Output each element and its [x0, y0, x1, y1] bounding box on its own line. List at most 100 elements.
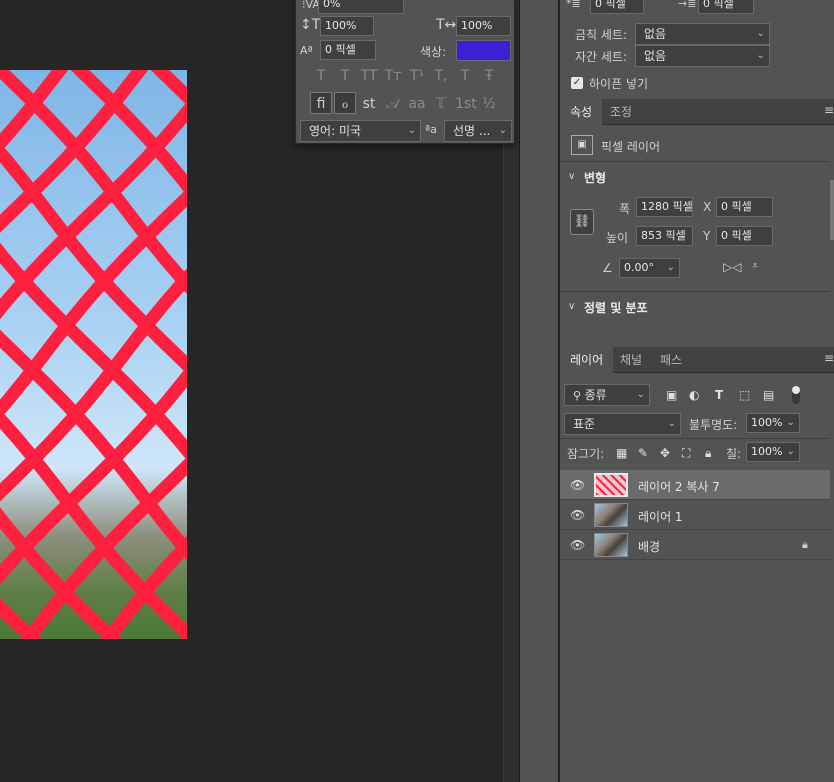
mojikumi-value: 없음	[644, 49, 667, 63]
opacity-field[interactable]: 100% ⌄	[746, 413, 800, 433]
lock-image-icon[interactable]: ✎	[638, 446, 648, 460]
layer-name: 레이어 1	[638, 510, 683, 524]
lock-transparent-icon[interactable]: ▦	[616, 446, 627, 460]
discretionary-ligatures-button[interactable]: st	[358, 92, 380, 114]
hyphenate-checkbox[interactable]: ✓	[571, 77, 583, 89]
indent-right-field[interactable]: 0 픽셀	[698, 0, 754, 14]
mojikumi-label: 자간 세트:	[575, 50, 628, 64]
chevron-down-icon[interactable]: ∨	[568, 299, 575, 315]
document-image[interactable]	[0, 70, 187, 639]
divider	[560, 161, 830, 162]
align-section-title: 정렬 및 분포	[584, 301, 648, 315]
width-field[interactable]: 1280 픽셀	[636, 197, 693, 217]
all-caps-button[interactable]: TT	[358, 64, 380, 86]
right-panel: *≣ 0 픽셀 →≣ 0 픽셀 금칙 세트: 없음 ⌄ 자간 세트: 없음 ⌄ ✓ …	[560, 0, 834, 782]
chevron-down-icon: ⌄	[636, 389, 645, 400]
layer-filter-dropdown[interactable]: ⚲ 종류 ⌄	[564, 384, 650, 406]
layer-thumbnail	[594, 533, 628, 557]
properties-scrollbar[interactable]	[830, 180, 834, 240]
underline-button[interactable]: T	[454, 64, 476, 86]
faux-bold-button[interactable]: T	[310, 64, 332, 86]
baseline-shift-field[interactable]: 0 픽셀	[320, 40, 376, 60]
lock-icon[interactable]: 🔒︎	[802, 538, 808, 552]
panel-menu-icon[interactable]: ≡	[824, 351, 834, 365]
lock-position-icon[interactable]: ✥	[660, 446, 670, 460]
fill-value: 100%	[751, 445, 783, 458]
ordinals-button[interactable]: 1st	[454, 92, 477, 114]
antialias-dropdown[interactable]: 선명 ... ⌄	[444, 120, 512, 142]
divider	[560, 291, 830, 292]
superscript-button[interactable]: T¹	[406, 64, 428, 86]
filter-smartobject-icon[interactable]: ▤	[763, 388, 774, 402]
flip-horizontal-icon[interactable]: ▷◁	[723, 259, 741, 275]
tab-paths[interactable]: 패스	[650, 347, 692, 373]
lock-artboard-icon[interactable]: ⛶	[682, 446, 690, 460]
text-color-swatch[interactable]	[456, 40, 511, 61]
chevron-down-icon: ⌄	[666, 262, 675, 273]
visibility-eye-icon[interactable]: 👁︎	[570, 478, 585, 492]
standard-ligatures-button[interactable]: fi	[310, 92, 332, 114]
antialias-value: 선명 ...	[453, 124, 491, 138]
tab-properties[interactable]: 속성	[560, 99, 603, 125]
horizontal-scale-field[interactable]: 100%	[456, 16, 511, 36]
hyphenate-label: 하이픈 넣기	[589, 77, 649, 91]
filter-pixel-icon[interactable]: ▣	[666, 388, 677, 402]
properties-tabbar: 속성 조정 ≡	[560, 99, 834, 125]
subscript-button[interactable]: T,	[430, 64, 452, 86]
strikethrough-button[interactable]: Ŧ	[478, 64, 500, 86]
filter-type-icon[interactable]: T	[715, 388, 723, 402]
faux-italic-button[interactable]: T	[334, 64, 356, 86]
layer-row[interactable]: 👁︎ 레이어 1	[560, 500, 830, 530]
layer-row[interactable]: 👁︎ 배경 🔒︎	[560, 530, 830, 560]
filter-toggle[interactable]	[792, 386, 800, 404]
lock-all-icon[interactable]: 🔒︎	[705, 446, 711, 460]
contextual-alternates-button[interactable]: ℴ	[334, 92, 356, 114]
antialias-icon: ªa	[425, 123, 437, 136]
tracking-field[interactable]: 0%	[318, 0, 404, 14]
swash-button[interactable]: 𝒜	[382, 92, 404, 114]
vertical-scale-field[interactable]: 100%	[320, 16, 374, 36]
tab-layers[interactable]: 레이어	[560, 347, 614, 373]
vertical-scale-icon: ↕T	[300, 17, 321, 33]
language-dropdown[interactable]: 영어: 미국 ⌄	[300, 120, 421, 142]
color-label: 색상:	[420, 45, 447, 59]
chevron-down-icon: ⌄	[407, 125, 416, 136]
filter-kind-value: 종류	[584, 388, 607, 402]
height-field[interactable]: 853 픽셀	[636, 226, 693, 246]
x-field[interactable]: 0 픽셀	[716, 197, 773, 217]
flip-vertical-icon[interactable]: ⩡	[752, 258, 758, 274]
indent-left-field[interactable]: 0 픽셀	[590, 0, 644, 14]
chevron-down-icon[interactable]: ∨	[568, 169, 575, 185]
layer-name: 배경	[638, 540, 661, 554]
blend-mode-dropdown[interactable]: 표준 ⌄	[564, 413, 681, 435]
fill-field[interactable]: 100% ⌄	[746, 442, 800, 462]
lock-label: 잠그기:	[567, 447, 605, 461]
kinsoku-dropdown[interactable]: 없음 ⌄	[635, 23, 770, 45]
visibility-eye-icon[interactable]: 👁︎	[570, 508, 585, 522]
indent-left-icon: *≣	[566, 0, 581, 10]
panel-menu-icon[interactable]: ≡	[824, 103, 834, 117]
angle-field[interactable]: 0.00° ⌄	[619, 258, 680, 278]
mojikumi-dropdown[interactable]: 없음 ⌄	[635, 45, 770, 67]
collapsed-panel-dock[interactable]	[519, 0, 559, 782]
filter-shape-icon[interactable]: ⬚	[739, 388, 750, 402]
opacity-value: 100%	[751, 416, 783, 429]
tab-channels[interactable]: 채널	[610, 347, 652, 373]
chevron-down-icon: ⌄	[756, 50, 765, 61]
angle-value: 0.00°	[624, 261, 654, 274]
titling-alternates-button[interactable]: 𝕋	[430, 92, 452, 114]
indent-right-icon: →≣	[678, 0, 697, 10]
small-caps-button[interactable]: Tт	[382, 64, 404, 86]
transform-section-title: 변형	[584, 171, 607, 185]
tab-adjustments[interactable]: 조정	[600, 99, 642, 125]
fractions-button[interactable]: ½	[478, 92, 500, 114]
language-value: 영어: 미국	[309, 124, 362, 138]
stylistic-alternates-button[interactable]: aa	[406, 92, 428, 114]
filter-adjustment-icon[interactable]: ◐	[689, 388, 699, 402]
y-field[interactable]: 0 픽셀	[716, 226, 773, 246]
link-dimensions-icon[interactable]: ⛓	[570, 209, 594, 235]
visibility-eye-icon[interactable]: 👁︎	[570, 538, 585, 552]
baseline-shift-icon: Aª	[300, 44, 313, 57]
horizontal-scale-icon: T↔	[436, 17, 457, 33]
layer-row[interactable]: 👁︎ 레이어 2 복사 7	[560, 470, 830, 500]
